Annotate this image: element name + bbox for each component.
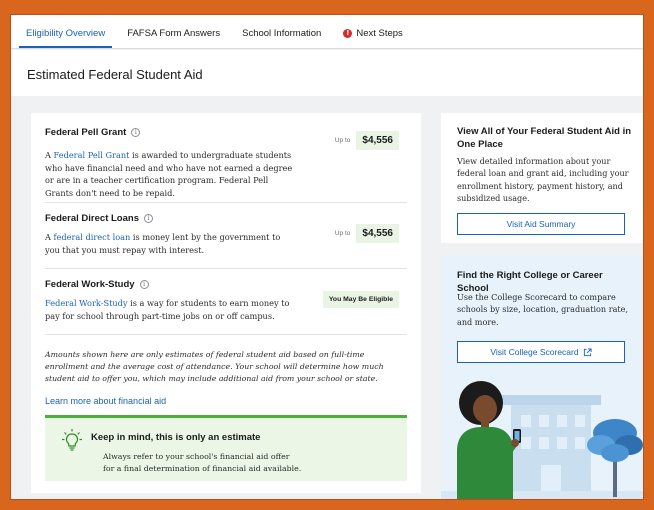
aid-item-title: Federal Pell Grant i [45, 127, 141, 138]
aid-item-description: A federal direct loan is money lent by t… [45, 231, 295, 256]
info-icon[interactable]: i [139, 280, 149, 289]
disclaimer-text: Amounts shown here are only estimates of… [45, 350, 384, 383]
tab-school-information[interactable]: School Information [235, 28, 328, 48]
amount-value: $4,556 [356, 131, 399, 150]
aid-item-title-text: Federal Pell Grant [45, 127, 127, 138]
aid-item-description: A Federal Pell Grant is awarded to under… [45, 149, 295, 199]
desc-text: A [45, 150, 54, 160]
estimate-notice: Keep in mind, this is only an estimate A… [45, 415, 407, 481]
info-icon[interactable]: i [131, 128, 141, 137]
tab-eligibility-overview[interactable]: Eligibility Overview [19, 28, 113, 48]
external-link-icon [583, 347, 592, 356]
estimate-notice-title: Keep in mind, this is only an estimate [91, 432, 261, 443]
estimate-notice-text: Always refer to your school's financial … [103, 452, 302, 473]
aid-estimates-card: Federal Pell Grant i A Federal Pell Grant… [31, 113, 421, 493]
eligibility-badge: You May Be Eligible [322, 291, 399, 308]
upto-label: Up to [334, 230, 351, 237]
student-illustration [441, 381, 643, 499]
aid-item-work-study: Federal Work-Study i Federal Work-Study i… [45, 279, 407, 335]
aid-item-pell-grant: Federal Pell Grant i A Federal Pell Grant… [45, 127, 407, 203]
aid-summary-card: View All of Your Federal Student Aid in … [441, 113, 643, 243]
app-frame: Eligibility Overview FAFSA Form Answers … [10, 14, 644, 500]
pell-grant-link[interactable]: Federal Pell Grant [54, 150, 130, 160]
tab-label: Next Steps [356, 28, 403, 39]
button-label: Visit College Scorecard [490, 347, 579, 357]
amount-box: Up to $4,556 [335, 224, 399, 243]
amount-box: Up to $4,556 [335, 131, 399, 150]
tab-label: Eligibility Overview [26, 28, 106, 39]
tab-label: School Information [242, 28, 322, 39]
page-title: Estimated Federal Student Aid [27, 67, 203, 82]
visit-college-scorecard-button[interactable]: Visit College Scorecard [457, 341, 625, 363]
aid-summary-title: View All of Your Federal Student Aid in … [457, 126, 632, 150]
aid-item-direct-loans: Federal Direct Loans i A federal direct l… [45, 213, 407, 269]
lightbulb-icon [62, 429, 82, 451]
tab-fafsa-form-answers[interactable]: FAFSA Form Answers [120, 28, 227, 48]
work-study-link[interactable]: Federal Work-Study [45, 298, 128, 308]
tab-bar: Eligibility Overview FAFSA Form Answers … [11, 15, 643, 49]
alert-icon: ! [343, 29, 353, 38]
aid-item-description: Federal Work-Study is a way for students… [45, 297, 295, 322]
tab-next-steps[interactable]: ! Next Steps [336, 28, 409, 48]
tab-label: FAFSA Form Answers [127, 28, 221, 39]
aid-summary-description: View detailed information about your fed… [457, 156, 629, 203]
button-label: Visit Aid Summary [506, 219, 576, 229]
info-icon[interactable]: i [143, 214, 153, 223]
upto-label: Up to [334, 137, 351, 144]
college-scorecard-description: Use the College Scorecard to compare sch… [457, 292, 629, 327]
aid-item-title-text: Federal Work-Study [45, 279, 135, 290]
visit-aid-summary-button[interactable]: Visit Aid Summary [457, 213, 625, 235]
learn-more-link[interactable]: Learn more about financial aid [45, 396, 166, 406]
aid-item-title-text: Federal Direct Loans [45, 213, 139, 224]
page-header: Estimated Federal Student Aid [11, 50, 643, 96]
aid-item-title: Federal Work-Study i [45, 279, 149, 290]
amount-value: $4,556 [356, 224, 399, 243]
aid-item-title: Federal Direct Loans i [45, 213, 153, 224]
college-scorecard-card: Find the Right College or Career School … [441, 255, 643, 499]
desc-text: A [45, 232, 54, 242]
direct-loan-link[interactable]: federal direct loan [54, 232, 131, 242]
